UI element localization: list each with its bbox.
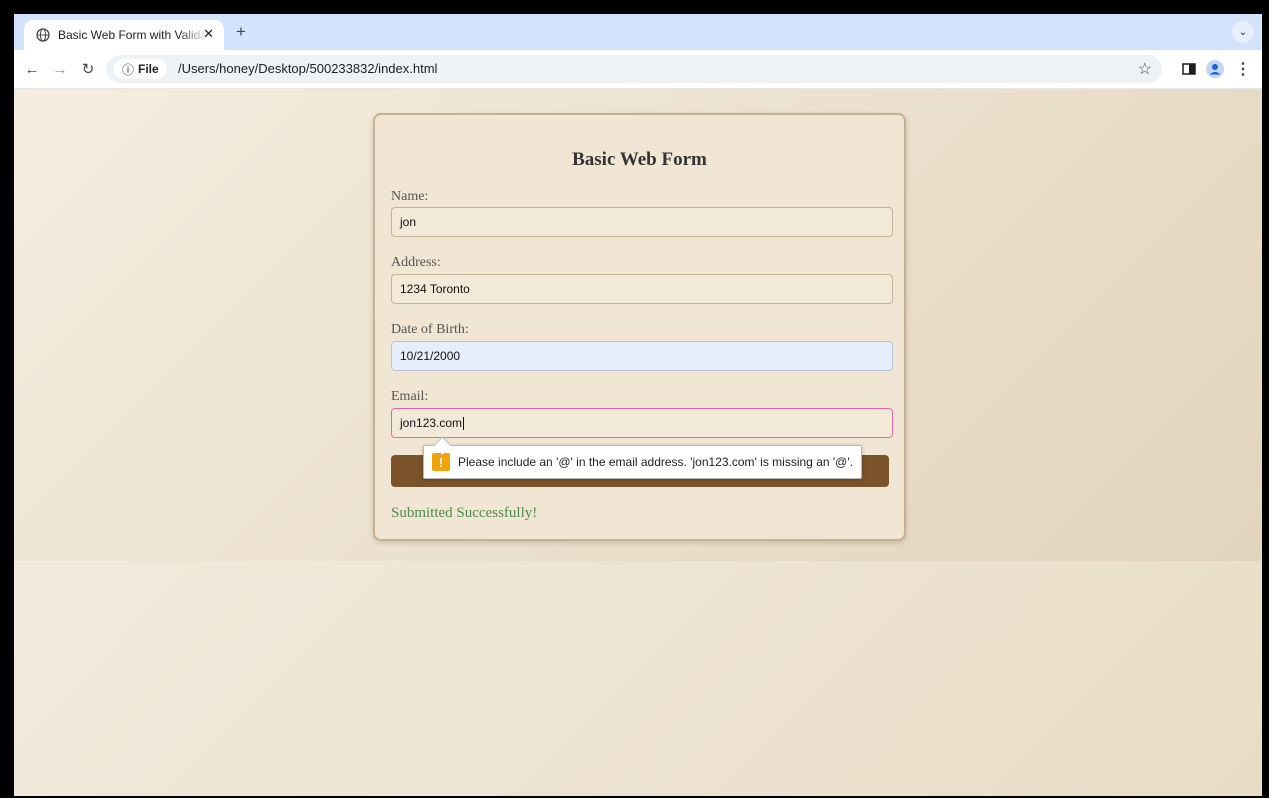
- email-input-value: jon123.com: [400, 416, 463, 430]
- side-panel-icon[interactable]: [1180, 60, 1198, 78]
- browser-toolbar: ← → ↻ ⓘ File /Users/honey/Desktop/500233…: [14, 50, 1262, 89]
- browser-window: Basic Web Form with Validation ✕ + ⌄ ← →…: [14, 14, 1262, 796]
- warning-icon: !: [432, 453, 450, 471]
- browser-menu-icon[interactable]: ⋮: [1234, 60, 1252, 78]
- address-input[interactable]: 1234 Toronto: [391, 274, 893, 304]
- info-icon: ⓘ: [122, 62, 135, 77]
- tab-search-button[interactable]: ⌄: [1232, 21, 1254, 43]
- email-label: Email:: [391, 389, 429, 404]
- validation-tooltip: ! Please include an '@' in the email add…: [423, 445, 862, 479]
- dob-label: Date of Birth:: [391, 322, 469, 337]
- tab-strip: Basic Web Form with Validation ✕ + ⌄: [14, 14, 1262, 50]
- tab-close-icon[interactable]: ✕: [203, 26, 214, 42]
- address-bar[interactable]: ⓘ File /Users/honey/Desktop/500233832/in…: [106, 55, 1162, 83]
- text-caret: [463, 416, 465, 430]
- name-label: Name:: [391, 189, 429, 204]
- browser-tab[interactable]: Basic Web Form with Validation ✕: [24, 20, 224, 50]
- dob-input[interactable]: 10/21/2000: [391, 341, 893, 371]
- validation-message: Please include an '@' in the email addre…: [458, 455, 853, 469]
- forward-icon[interactable]: →: [50, 59, 70, 79]
- name-input[interactable]: jon: [391, 207, 893, 237]
- name-input-value: jon: [400, 215, 417, 229]
- dob-input-value: 10/21/2000: [400, 349, 461, 363]
- tab-title: Basic Web Form with Validation: [58, 28, 208, 42]
- success-message: Submitted Successfully!: [391, 505, 538, 521]
- site-chip-label: File: [138, 62, 159, 76]
- profile-avatar-icon[interactable]: [1206, 60, 1224, 78]
- address-label: Address:: [391, 255, 441, 270]
- url-text: /Users/honey/Desktop/500233832/index.htm…: [178, 61, 438, 76]
- site-info-chip[interactable]: ⓘ File: [114, 59, 167, 79]
- back-icon[interactable]: ←: [22, 59, 42, 79]
- new-tab-button[interactable]: +: [230, 22, 252, 42]
- globe-icon: [36, 28, 50, 42]
- form-title: Basic Web Form: [572, 149, 707, 170]
- reload-icon[interactable]: ↻: [78, 59, 98, 79]
- email-input[interactable]: jon123.com: [391, 408, 893, 438]
- page-viewport: Basic Web Form Name: jon Address: 1234 T…: [14, 89, 1262, 796]
- bookmark-star-icon[interactable]: ☆: [1138, 59, 1152, 79]
- address-input-value: 1234 Toronto: [400, 282, 470, 296]
